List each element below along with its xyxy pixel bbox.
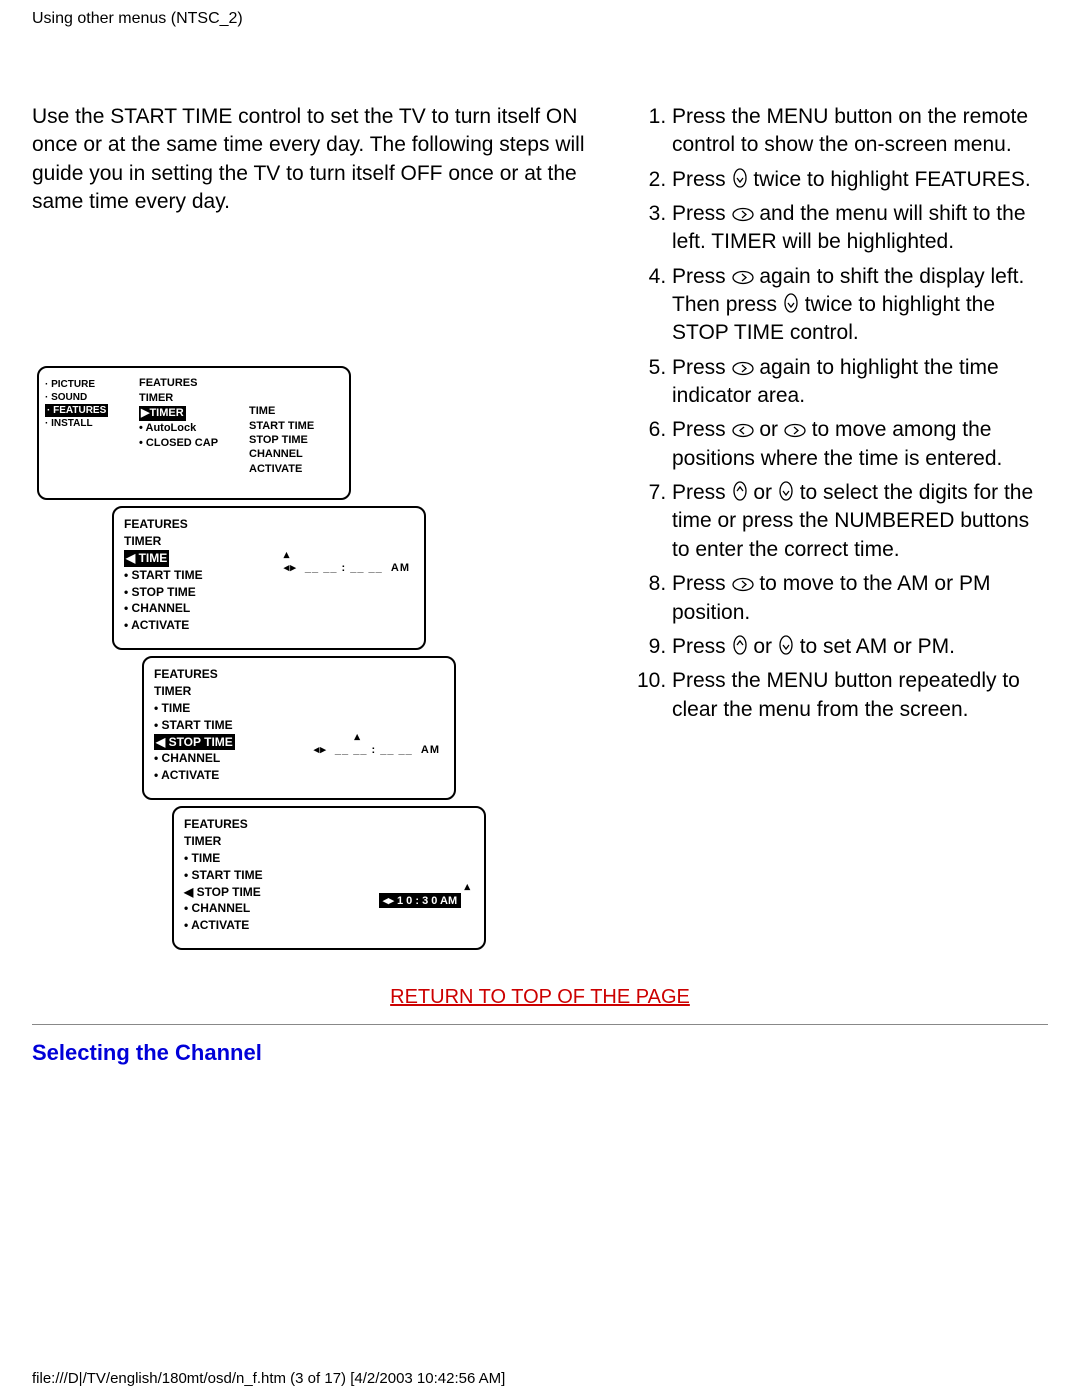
section-title: Selecting the Channel: [0, 1025, 1080, 1081]
left-arrow-icon: [732, 423, 754, 438]
menu2-time: ▴◂▸ __ __ : __ __ AM: [284, 548, 410, 574]
right-arrow-icon: [784, 423, 806, 438]
menu-screen-4: FEATURES TIMER • TIME• START TIME ◀ STOP…: [172, 806, 486, 950]
step-10: Press the MENU button repeatedly to clea…: [672, 667, 1048, 724]
step-6: Press or to move among the positions whe…: [672, 416, 1048, 473]
right-arrow-icon: [732, 577, 754, 592]
step-2: Press twice to highlight FEATURES.: [672, 166, 1048, 194]
menu1-sidebar: · PICTURE· SOUND· FEATURES· INSTALL: [45, 378, 108, 430]
step-9: Press or to set AM or PM.: [672, 633, 1048, 661]
step-4: Press again to shift the display left. T…: [672, 263, 1048, 348]
step-1: Press the MENU button on the remote cont…: [672, 103, 1048, 160]
step-8: Press to move to the AM or PM position.: [672, 570, 1048, 627]
down-arrow-icon: [783, 293, 799, 313]
right-arrow-icon: [732, 207, 754, 222]
up-arrow-icon: [732, 481, 748, 501]
menu1-col2: FEATURES TIMER ▶TIMER • AutoLock • CLOSE…: [139, 376, 218, 450]
step-5: Press again to highlight the time indica…: [672, 354, 1048, 411]
footer-path: file:///D|/TV/english/180mt/osd/n_f.htm …: [0, 1370, 505, 1387]
menu3-content: FEATURES TIMER • TIME• START TIME ◀ STOP…: [154, 666, 235, 784]
step-3: Press and the menu will shift to the lef…: [672, 200, 1048, 257]
menu3-time: ▴◂▸ __ __ : __ __ AM: [314, 730, 440, 756]
instruction-list: Press the MENU button on the remote cont…: [628, 103, 1048, 724]
step-7: Press or to select the digits for the ti…: [672, 479, 1048, 564]
down-arrow-icon: [778, 635, 794, 655]
up-arrow-icon: [732, 635, 748, 655]
page-header: Using other menus (NTSC_2): [0, 0, 1080, 28]
menu-diagram: · PICTURE· SOUND· FEATURES· INSTALL FEAT…: [32, 366, 598, 966]
right-arrow-icon: [732, 270, 754, 285]
menu2-content: FEATURES TIMER ◀ TIME • START TIME• STOP…: [124, 516, 203, 634]
intro-text: Use the START TIME control to set the TV…: [32, 103, 598, 216]
down-arrow-icon: [778, 481, 794, 501]
down-arrow-icon: [732, 168, 748, 188]
menu4-content: FEATURES TIMER • TIME• START TIME ◀ STOP…: [184, 816, 263, 934]
menu-screen-2: FEATURES TIMER ◀ TIME • START TIME• STOP…: [112, 506, 426, 650]
menu-screen-3: FEATURES TIMER • TIME• START TIME ◀ STOP…: [142, 656, 456, 800]
menu-screen-1: · PICTURE· SOUND· FEATURES· INSTALL FEAT…: [37, 366, 351, 500]
right-arrow-icon: [732, 361, 754, 376]
return-to-top-link[interactable]: RETURN TO TOP OF THE PAGE: [32, 986, 1048, 1009]
menu1-col3: TIMESTART TIMESTOP TIMECHANNELACTIVATE: [249, 404, 314, 475]
menu4-time: ▴ ◂▸ 1 0 : 3 0 AM: [379, 880, 470, 908]
